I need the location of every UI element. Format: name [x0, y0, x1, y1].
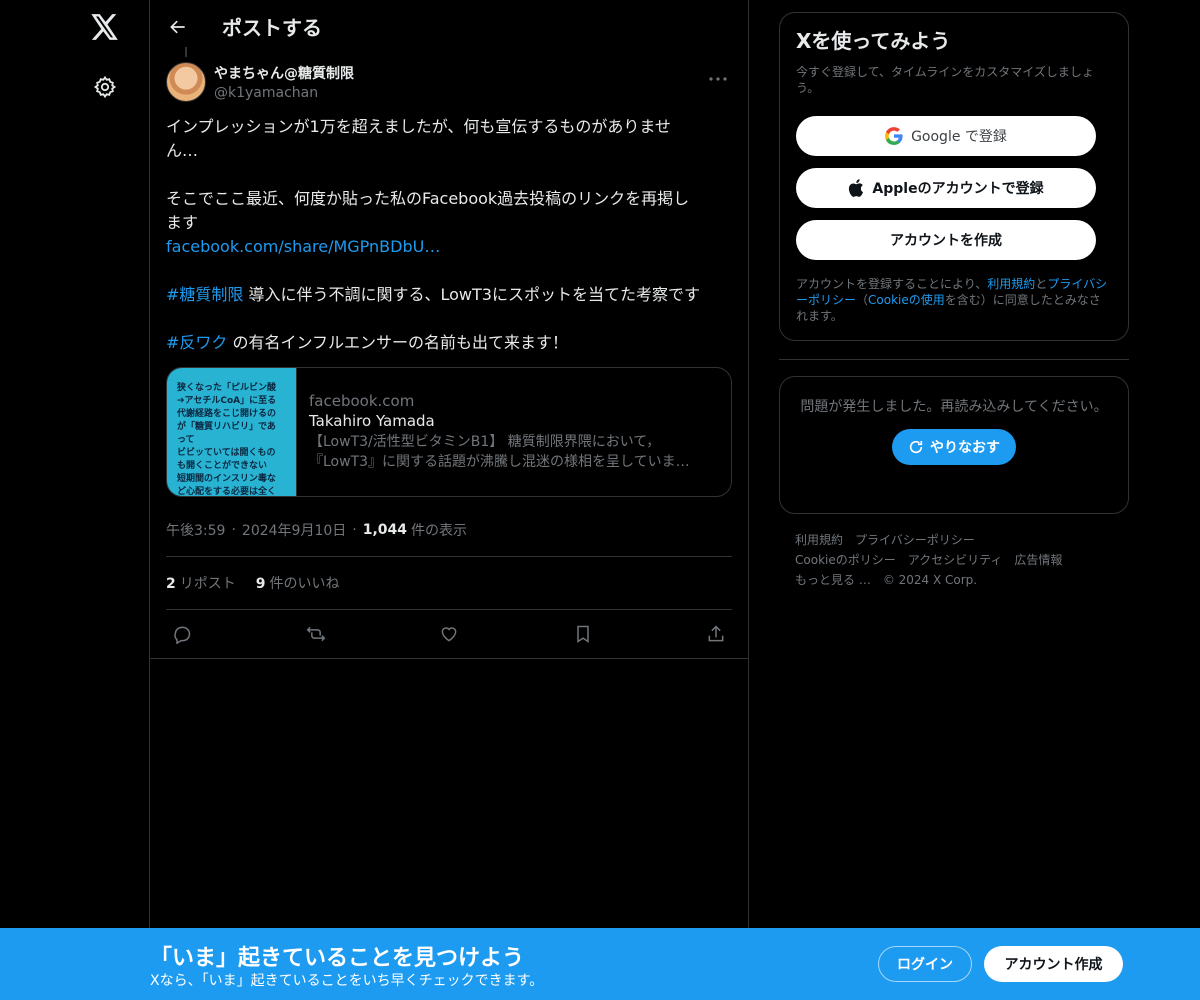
retry-button[interactable]: やりなおす: [892, 429, 1016, 465]
card-thumbnail: 狭くなった「ピルビン酸 ➔アセチルCoA」に至る 代謝経路をこじ開けるの が「糖…: [167, 368, 297, 497]
footer-cookie-link[interactable]: Cookieのポリシー: [795, 553, 896, 567]
bottom-banner: 「いま」起きていることを見つけよう Xなら、「いま」起きていることをいち早くチェ…: [0, 928, 1200, 1000]
signup-title: Xを使ってみよう: [796, 29, 951, 53]
separator-dot: ·: [352, 521, 357, 538]
error-message: 問題が発生しました。再読み込みしてください。: [800, 399, 1108, 415]
page: ポストする やまちゃん@糖質制限 @k1yamachan インプレッションが1万…: [0, 0, 1200, 1000]
page-title: ポストする: [222, 16, 322, 40]
settings-gear-icon[interactable]: [93, 75, 117, 99]
signup-panel: Xを使ってみよう 今すぐ登録して、タイムラインをカスタマイズしましょう。 Goo…: [779, 12, 1129, 341]
legal-and: と: [1035, 277, 1048, 291]
separator-dot: ·: [231, 521, 236, 538]
create-account-button[interactable]: アカウントを作成: [796, 220, 1096, 260]
footer-links: 利用規約 プライバシーポリシー Cookieのポリシー アクセシビリティ 広告情報 も…: [779, 514, 1129, 606]
thread-line: [185, 47, 187, 57]
tweet-text: インプレッションが1万を超えましたが、何も宣伝するものがありませ ん… そこでこ…: [166, 115, 732, 355]
banner-title: 「いま」起きていることを見つけよう: [150, 946, 525, 971]
tweet-meta: 午後3:59 · 2024年9月10日 · 1,044 件の表示: [166, 503, 732, 557]
login-button[interactable]: ログイン: [878, 946, 972, 982]
right-sidebar: Xを使ってみよう 今すぐ登録して、タイムラインをカスタマイズしましょう。 Goo…: [779, 12, 1129, 606]
reply-icon[interactable]: [170, 622, 194, 646]
tweet-time[interactable]: 午後3:59: [166, 520, 225, 540]
reposts-stat[interactable]: 2 リポスト: [166, 573, 236, 593]
share-icon[interactable]: [704, 622, 728, 646]
google-signup-label: Google で登録: [911, 129, 1007, 145]
user-handle[interactable]: @k1yamachan: [214, 85, 354, 101]
avatar[interactable]: [166, 62, 206, 102]
apple-signup-button[interactable]: Appleのアカウントで登録: [796, 168, 1096, 208]
author-names: やまちゃん@糖質制限 @k1yamachan: [214, 63, 354, 101]
google-icon: [885, 127, 903, 145]
legal-text: アカウントを登録することにより、利用規約とプライバシーポリシー（Cookieの使…: [796, 276, 1112, 324]
more-options-icon[interactable]: [706, 67, 730, 91]
reposts-label: リポスト: [179, 576, 236, 592]
apple-signup-label: Appleのアカウントで登録: [872, 181, 1044, 197]
banner-subtitle: Xなら、「いま」起きていることをいち早くチェックできます。: [150, 973, 544, 989]
like-heart-icon[interactable]: [437, 622, 461, 646]
error-panel: 問題が発生しました。再読み込みしてください。 やりなおす: [779, 376, 1129, 514]
legal-mid: （: [856, 293, 869, 307]
footer-privacy-link[interactable]: プライバシーポリシー: [855, 533, 975, 547]
tweet-stats: 2 リポスト 9 件のいいね: [166, 557, 732, 610]
card-thumbnail-text: 狭くなった「ピルビン酸 ➔アセチルCoA」に至る 代謝経路をこじ開けるの が「糖…: [177, 383, 277, 497]
bookmark-icon[interactable]: [571, 622, 595, 646]
sidebar-divider: [779, 359, 1129, 360]
repost-icon[interactable]: [304, 622, 328, 646]
author-row: やまちゃん@糖質制限 @k1yamachan: [166, 47, 732, 111]
header: ポストする: [150, 0, 748, 53]
main-column: ポストする やまちゃん@糖質制限 @k1yamachan インプレッションが1万…: [149, 0, 749, 1000]
card-info: facebook.com Takahiro Yamada 【LowT3/活性型ビ…: [297, 368, 702, 496]
cookie-link[interactable]: Cookieの使用: [868, 293, 945, 307]
hashtag-link[interactable]: #反ワク: [166, 333, 227, 352]
card-description: 【LowT3/活性型ビタミンB1】 糖質制限界隈において，: [309, 434, 661, 450]
legal-pre: アカウントを登録することにより、: [796, 277, 988, 291]
tweet-date[interactable]: 2024年9月10日: [242, 520, 346, 540]
signup-subtitle: 今すぐ登録して、タイムラインをカスタマイズしましょう。: [796, 65, 1094, 95]
tweet-line: の有名インフルエンサーの名前も出て来ます！: [227, 333, 569, 352]
tweet-line: 導入に伴う不調に関する、LowT3にスポットを当てた考察です: [243, 285, 700, 304]
retry-label: やりなおす: [930, 440, 1000, 456]
signup-button[interactable]: アカウント作成: [984, 946, 1123, 982]
terms-link[interactable]: 利用規約: [987, 277, 1035, 291]
tweet-line: インプレッションが1万を超えましたが、何も宣伝するものがありませ: [166, 117, 671, 136]
views-count: 1,044: [362, 521, 408, 538]
x-logo-icon[interactable]: [90, 10, 120, 44]
card-domain: facebook.com: [309, 392, 415, 410]
tweet-line: そこでここ最近、何度か貼った私のFacebook過去投稿のリンクを再掲し: [166, 189, 690, 208]
card-description: 『LowT3』に関する話題が沸騰し混迷の様相を呈していま…: [309, 454, 690, 470]
card-title: Takahiro Yamada: [309, 412, 435, 430]
tweet-line: ん…: [166, 141, 199, 160]
tweet: やまちゃん@糖質制限 @k1yamachan インプレッションが1万を超えました…: [150, 47, 748, 659]
create-account-label: アカウントを作成: [890, 233, 1002, 249]
link-card[interactable]: 狭くなった「ピルビン酸 ➔アセチルCoA」に至る 代謝経路をこじ開けるの が「糖…: [166, 367, 732, 497]
footer-terms-link[interactable]: 利用規約: [795, 533, 843, 547]
footer-accessibility-link[interactable]: アクセシビリティ: [908, 553, 1003, 567]
reposts-count: 2: [166, 576, 176, 592]
apple-icon: [849, 179, 864, 197]
views-label: 件の表示: [411, 522, 468, 539]
hashtag-link[interactable]: #糖質制限: [166, 285, 243, 304]
google-signup-button[interactable]: Google で登録: [796, 116, 1096, 156]
refresh-icon: [909, 440, 923, 454]
footer-ads-link[interactable]: 広告情報: [1014, 553, 1062, 567]
tweet-link[interactable]: facebook.com/share/MGPnBDbU…: [166, 237, 440, 256]
back-arrow-icon[interactable]: [166, 15, 190, 39]
likes-label: 件のいいね: [269, 576, 340, 592]
footer-copyright: © 2024 X Corp.: [882, 573, 978, 587]
tweet-line: ます: [166, 213, 199, 232]
tweet-divider: [150, 658, 748, 659]
likes-count: 9: [255, 576, 266, 592]
footer-more-link[interactable]: もっと見る …: [795, 573, 871, 587]
left-nav: [60, 0, 150, 1000]
tweet-actions: [166, 610, 732, 658]
display-name[interactable]: やまちゃん@糖質制限: [214, 63, 354, 83]
likes-stat[interactable]: 9 件のいいね: [256, 573, 340, 593]
